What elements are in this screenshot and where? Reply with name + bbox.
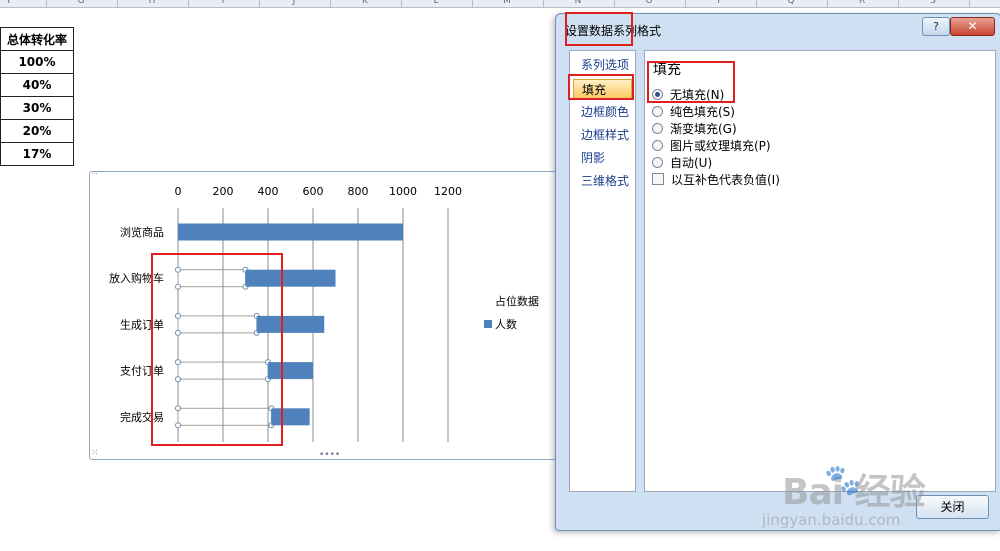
table-cell[interactable]: 17% xyxy=(0,142,74,166)
x-tick-label: 600 xyxy=(303,185,324,198)
option-label: 渐变填充(G) xyxy=(670,122,737,136)
nav-item-3d-format[interactable]: 三维格式 xyxy=(573,171,632,192)
placeholder-series-highlight xyxy=(151,253,283,446)
checkbox-invert-if-negative[interactable] xyxy=(652,173,664,185)
people-bar xyxy=(178,223,403,241)
nav-item-series-options[interactable]: 系列选项 xyxy=(573,55,632,76)
column-letter[interactable]: I xyxy=(188,0,258,6)
table-cell[interactable]: 40% xyxy=(0,73,74,97)
option-invert-if-negative[interactable]: 以互补色代表负值(I) xyxy=(652,172,780,189)
column-divider xyxy=(969,0,970,7)
watermark-url: jingyan.baidu.com xyxy=(762,511,901,529)
column-letter[interactable]: G xyxy=(46,0,116,6)
nav-item-shadow[interactable]: 阴影 xyxy=(573,148,632,169)
option-solid-fill[interactable]: 纯色填充(S) xyxy=(652,104,735,121)
category-label: 浏览商品 xyxy=(120,225,164,239)
fill-options-panel: 填充 无填充(N) 纯色填充(S) 渐变填充(G) 图片或纹理填充(P) 自动(… xyxy=(644,50,996,492)
column-letter[interactable]: R xyxy=(827,0,897,6)
option-gradient-fill[interactable]: 渐变填充(G) xyxy=(652,121,737,138)
table-cell[interactable]: 30% xyxy=(0,96,74,120)
legend-entry-placeholder: 占位数据 xyxy=(495,294,539,308)
column-letter[interactable]: F xyxy=(0,0,45,6)
radio-picture-texture-fill[interactable] xyxy=(652,140,663,151)
radio-gradient-fill[interactable] xyxy=(652,123,663,134)
column-letter[interactable]: N xyxy=(543,0,613,6)
dialog-body: 系列选项 填充 边框颜色 边框样式 阴影 三维格式 填充 无填充(N) 纯色填充… xyxy=(564,44,996,492)
table-cell[interactable]: 100% xyxy=(0,50,74,74)
radio-automatic[interactable] xyxy=(652,157,663,168)
help-button[interactable]: ? xyxy=(922,17,950,36)
x-tick-label: 0 xyxy=(175,185,182,198)
x-tick-label: 400 xyxy=(258,185,279,198)
column-letter[interactable]: J xyxy=(259,0,329,6)
option-label: 自动(U) xyxy=(670,156,713,170)
table-cell[interactable]: 20% xyxy=(0,119,74,143)
option-picture-texture-fill[interactable]: 图片或纹理填充(P) xyxy=(652,138,771,155)
column-letter[interactable]: S xyxy=(898,0,968,6)
option-label: 以互补色代表负值(I) xyxy=(671,173,780,187)
baidu-watermark: Bai 经验 🐾 jingyan.baidu.com xyxy=(762,463,992,533)
column-letter[interactable]: H xyxy=(117,0,187,6)
column-letter[interactable]: L xyxy=(401,0,471,6)
column-letter[interactable]: K xyxy=(330,0,400,6)
title-highlight xyxy=(565,12,633,46)
close-icon[interactable]: ✕ xyxy=(950,17,995,36)
radio-solid-fill[interactable] xyxy=(652,106,663,117)
fill-tab-highlight xyxy=(568,74,634,100)
no-fill-highlight xyxy=(647,61,735,103)
column-letter[interactable]: P xyxy=(685,0,755,6)
conversion-rate-table: 总体转化率 100% 40% 30% 20% 17% xyxy=(0,27,74,166)
x-tick-label: 200 xyxy=(213,185,234,198)
x-tick-label: 1200 xyxy=(434,185,462,198)
option-label: 纯色填充(S) xyxy=(670,105,735,119)
x-tick-label: 1000 xyxy=(389,185,417,198)
option-automatic[interactable]: 自动(U) xyxy=(652,155,712,172)
column-letter[interactable]: Q xyxy=(756,0,826,6)
column-letter[interactable]: O xyxy=(614,0,684,6)
paw-icon: 🐾 xyxy=(824,463,862,498)
table-header-cell[interactable]: 总体转化率 xyxy=(0,27,74,51)
x-tick-label: 800 xyxy=(348,185,369,198)
option-label: 图片或纹理填充(P) xyxy=(670,139,771,153)
nav-item-border-color[interactable]: 边框颜色 xyxy=(573,102,632,123)
column-letter[interactable]: M xyxy=(472,0,542,6)
nav-item-border-style[interactable]: 边框样式 xyxy=(573,125,632,146)
category-nav: 系列选项 填充 边框颜色 边框样式 阴影 三维格式 xyxy=(569,50,636,492)
column-header-bar: FGHIJKLMNOPQRS xyxy=(0,0,1000,8)
legend-swatch-people xyxy=(484,320,492,328)
legend-entry-people: 人数 xyxy=(495,318,517,331)
